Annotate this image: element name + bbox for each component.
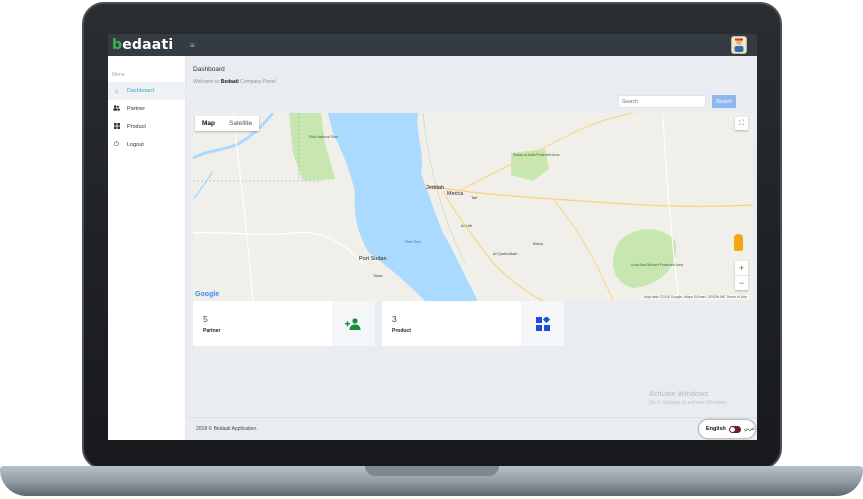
- map-label-tokar: Tokar: [373, 273, 383, 278]
- laptop-notch: [365, 466, 499, 476]
- sidebar-item-partner[interactable]: Partner: [108, 100, 185, 118]
- grid-icon: [113, 123, 120, 131]
- stat-icon-box: [332, 301, 375, 346]
- top-bar: b edaati ≡: [108, 34, 757, 56]
- sidebar-item-label: Product: [127, 124, 146, 130]
- stat-value: 5: [203, 314, 208, 324]
- widgets-icon: [535, 316, 550, 331]
- map-label-jeddah: Jeddah: [426, 185, 445, 191]
- brand-logo-accent: b: [112, 37, 123, 53]
- map-type-tabs: Map Satellite: [195, 116, 260, 131]
- map-canvas: [193, 113, 753, 301]
- zoom-out-button[interactable]: −: [735, 276, 748, 290]
- map-label-al-qunfudhah: Al Qunfudhah: [493, 251, 518, 256]
- activate-windows-subtitle: Go to Settings to activate Windows.: [649, 400, 728, 406]
- home-icon: ⌂: [114, 87, 119, 95]
- activate-windows-title: Activate Windows: [649, 389, 709, 398]
- map-label-shada: Shada al Asfal Protected Area: [513, 153, 560, 157]
- map-label-port-sudan: Port Sudan: [359, 256, 387, 262]
- stat-label: Partner: [203, 328, 221, 334]
- menu-toggle-icon[interactable]: ≡: [190, 41, 195, 50]
- welcome-suffix: Company Panel: [238, 79, 276, 85]
- stat-value: 3: [392, 314, 397, 324]
- map-tab-satellite[interactable]: Satellite: [222, 116, 259, 131]
- sidebar-item-label: Logout: [127, 142, 144, 148]
- google-logo[interactable]: Google: [195, 291, 219, 298]
- app-screen: b edaati ≡ Menu ⌂ Dashboard Partner Prod…: [108, 34, 757, 440]
- page-title: Dashboard: [193, 66, 225, 73]
- search-button[interactable]: Search: [712, 95, 736, 108]
- power-icon: ⏻: [113, 141, 120, 148]
- search-input[interactable]: [618, 95, 706, 108]
- sidebar-item-logout[interactable]: ⏻ Logout: [108, 136, 185, 154]
- footer: 2018 © Bedaati Application. English عربي: [186, 417, 757, 440]
- welcome-text: Welcome to Bedaati Company Panel: [193, 79, 276, 85]
- stat-icon-box: [521, 301, 564, 346]
- map-label-elba: Elba National Park: [309, 135, 338, 139]
- map-label-mecca: Mecca: [447, 191, 464, 197]
- sidebar-item-dashboard[interactable]: ⌂ Dashboard: [108, 82, 185, 100]
- language-current: English: [706, 426, 726, 432]
- stat-label: Product: [392, 328, 411, 334]
- users-icon: [113, 105, 120, 113]
- map-tab-map[interactable]: Map: [195, 116, 222, 131]
- zoom-controls: + −: [735, 261, 748, 290]
- map-label-uruq: Uruq Bani Ma'arid Protected Area: [631, 263, 684, 267]
- street-view-pegman-icon[interactable]: [734, 234, 743, 251]
- sidebar: Menu ⌂ Dashboard Partner Product ⏻ Logou…: [108, 56, 186, 440]
- add-user-icon: [345, 317, 361, 330]
- map-attribution[interactable]: Map data ©2018 Google, Mapa GISrael, ORI…: [641, 295, 749, 299]
- map-view[interactable]: Elba National Park Shada al Asfal Protec…: [193, 113, 753, 301]
- fullscreen-icon[interactable]: ⛶: [735, 117, 748, 130]
- main-content: Dashboard Welcome to Bedaati Company Pan…: [186, 56, 757, 440]
- map-label-bisha: Bisha: [533, 241, 544, 246]
- user-avatar[interactable]: [731, 36, 747, 54]
- language-switch[interactable]: English عربي: [699, 420, 755, 438]
- map-label-taif: Taif: [471, 195, 478, 200]
- sidebar-item-product[interactable]: Product: [108, 118, 185, 136]
- language-alternate: عربي: [743, 426, 755, 432]
- welcome-brand: Bedaati: [220, 79, 239, 85]
- welcome-prefix: Welcome to: [193, 79, 221, 85]
- language-toggle[interactable]: [728, 425, 741, 433]
- sidebar-menu-label: Menu: [112, 72, 125, 78]
- sidebar-item-label: Dashboard: [127, 88, 154, 94]
- stat-card-product[interactable]: 3 Product: [382, 301, 564, 346]
- map-label-al-lith: Al Lith: [461, 223, 473, 228]
- avatar-icon: [734, 38, 744, 52]
- footer-copyright: 2018 © Bedaati Application.: [196, 426, 258, 432]
- zoom-in-button[interactable]: +: [735, 261, 748, 275]
- brand-logo[interactable]: b edaati: [108, 34, 186, 56]
- sidebar-item-label: Partner: [127, 106, 146, 112]
- map-label-red-sea: Red Sea: [405, 239, 421, 244]
- brand-logo-text: edaati: [122, 37, 174, 53]
- stat-card-partner[interactable]: 5 Partner: [193, 301, 375, 346]
